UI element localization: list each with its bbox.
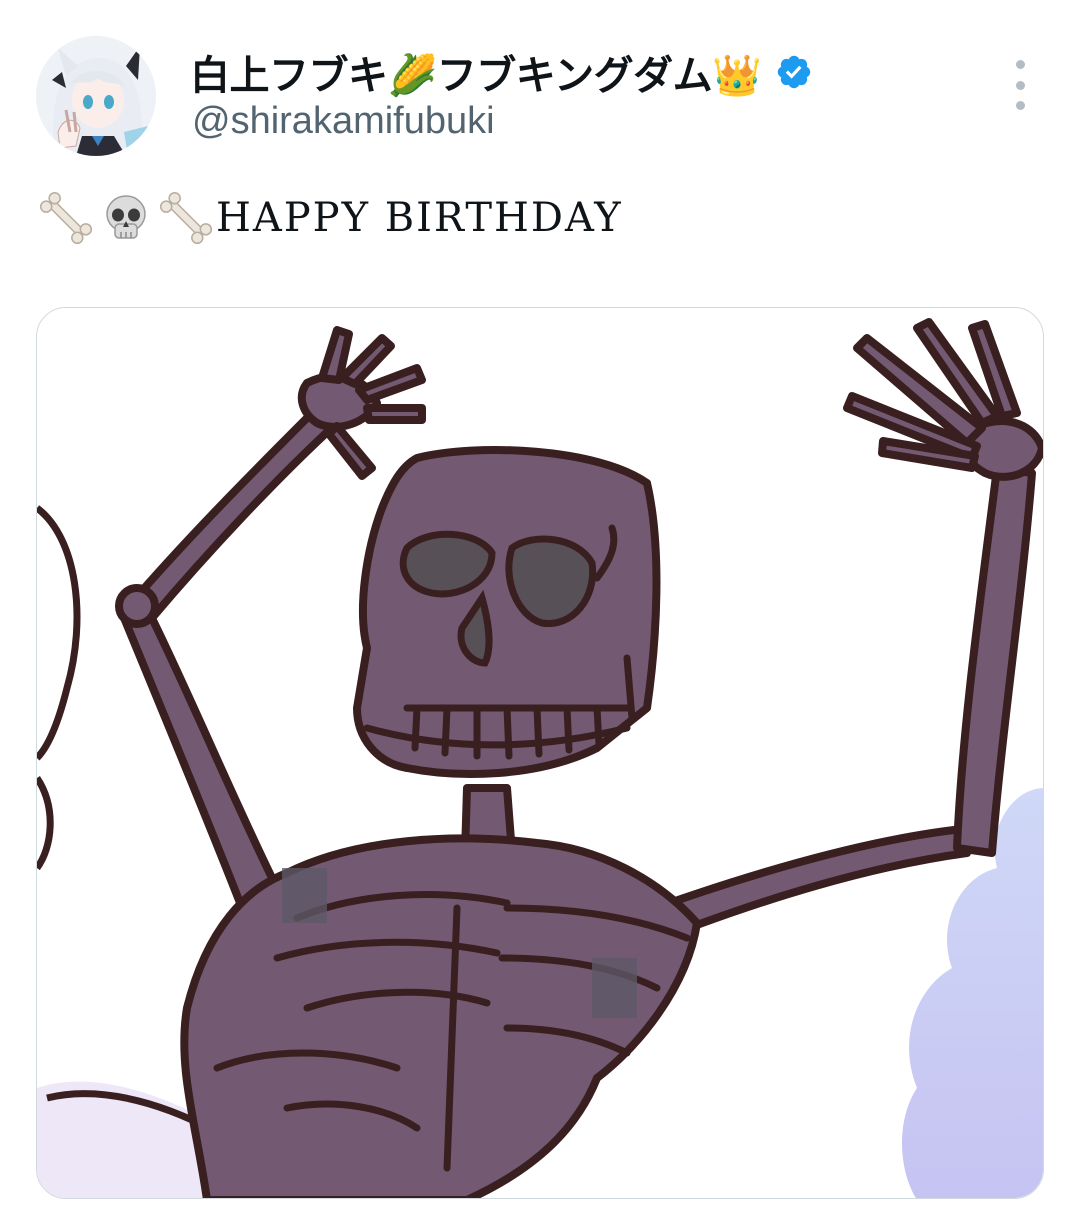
author-display-name[interactable]: 白上フブキ🌽フブキングダム👑	[190, 43, 762, 101]
skull-icon	[96, 190, 156, 246]
avatar[interactable]	[36, 36, 156, 156]
bone-icon	[156, 190, 216, 246]
verified-badge-icon	[778, 55, 811, 89]
tweet-text-content: HAPPY BIRTHDAY	[216, 195, 623, 241]
tweet: 白上フブキ🌽フブキングダム👑 @shirakamifubuki HAPPY BI…	[0, 0, 1080, 1227]
skeleton-drawing-image	[37, 308, 1043, 1198]
author-handle[interactable]: @shirakamifubuki	[192, 100, 495, 143]
more-options-icon[interactable]	[1005, 60, 1035, 110]
author-name-row[interactable]: 白上フブキ🌽フブキングダム👑	[190, 42, 813, 102]
bone-icon	[36, 190, 96, 246]
tweet-text: HAPPY BIRTHDAY	[36, 190, 623, 246]
media-image[interactable]	[36, 307, 1044, 1199]
